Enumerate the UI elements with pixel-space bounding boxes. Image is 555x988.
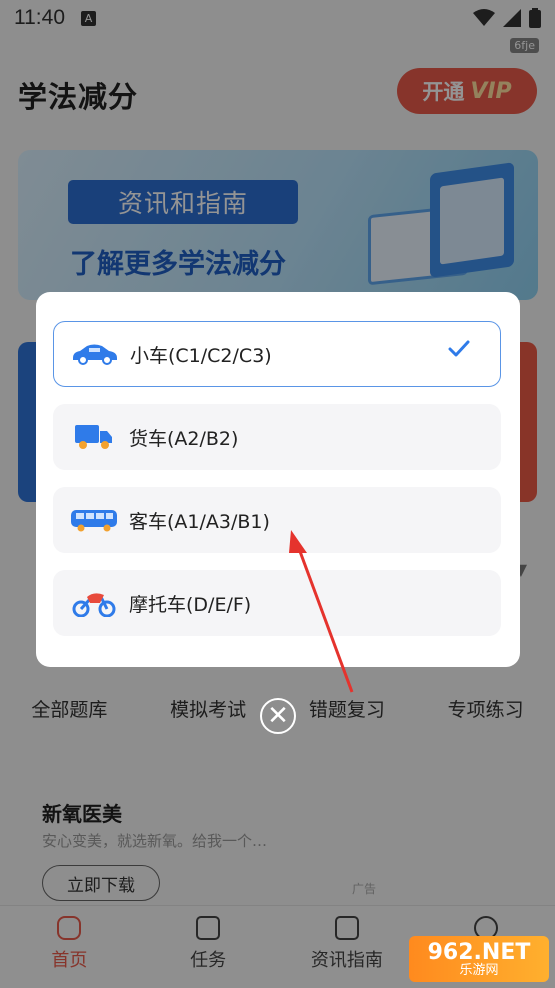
motorcycle-icon [67,588,121,618]
option-bus-label: 客车(A1/A3/B1) [129,510,270,533]
option-motorcycle[interactable]: 摩托车(D/E/F) [53,570,501,636]
car-icon [68,339,122,369]
vehicle-type-dialog: 小车(C1/C2/C3) 货车(A2/B2) 客车(A1/A3/B1) 摩托车(… [36,292,520,667]
option-bus[interactable]: 客车(A1/A3/B1) [53,487,501,553]
watermark-sub: 乐游网 [459,962,499,978]
truck-icon [67,422,121,452]
check-icon [448,340,470,357]
bus-icon [67,505,121,535]
option-truck-label: 货车(A2/B2) [129,427,239,450]
close-button[interactable]: ✕ [260,698,296,734]
watermark-logo: 962.NET 乐游网 [409,936,549,982]
option-car[interactable]: 小车(C1/C2/C3) [53,321,501,387]
option-truck[interactable]: 货车(A2/B2) [53,404,501,470]
option-motorcycle-label: 摩托车(D/E/F) [129,593,252,616]
watermark-main: 962.NET [427,939,531,965]
option-car-label: 小车(C1/C2/C3) [130,344,272,367]
